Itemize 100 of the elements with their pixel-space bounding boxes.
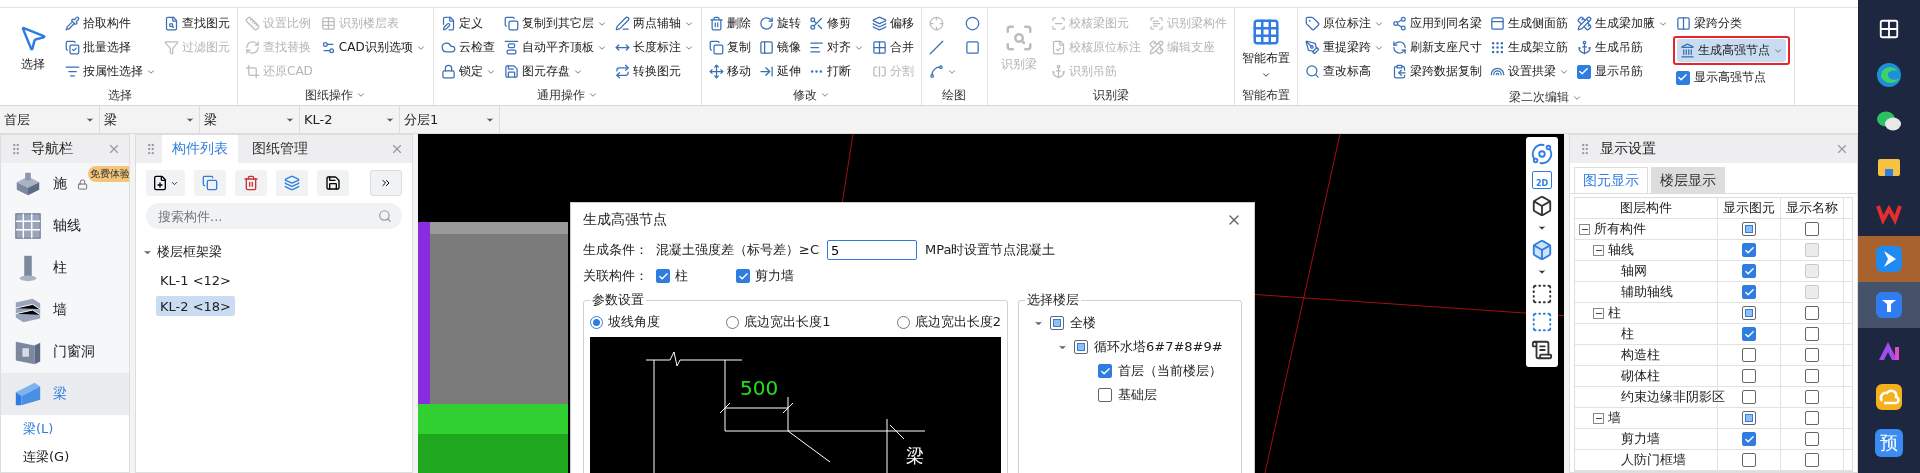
checkbox[interactable]	[1742, 411, 1756, 425]
checkbox[interactable]	[1742, 453, 1756, 467]
checkbox[interactable]	[1074, 340, 1088, 354]
ribbon-button[interactable]: 对齐	[805, 36, 867, 59]
app-icon[interactable]	[1875, 245, 1903, 273]
checkbox[interactable]	[736, 269, 750, 283]
nav-item[interactable]: 门窗洞	[1, 331, 129, 373]
panel-tab[interactable]: 楼层显示	[1651, 167, 1725, 193]
tree-item[interactable]: KL-1 <12>	[156, 270, 235, 290]
checkbox[interactable]	[1805, 390, 1819, 404]
ribbon-button[interactable]: 设置拱梁	[1486, 60, 1572, 83]
ribbon-button[interactable]: 批量选择	[62, 36, 159, 59]
nav-item[interactable]: 梁	[1, 373, 129, 415]
ribbon-button[interactable]: 复制	[705, 36, 754, 59]
panel-tab[interactable]: 图纸管理	[242, 135, 318, 163]
nav-sub-item[interactable]: 梁(L)	[1, 415, 129, 443]
checkbox[interactable]	[1742, 306, 1756, 320]
nav-item[interactable]: 施 免费体验	[1, 163, 129, 205]
ribbon-button[interactable]: 重提梁跨	[1301, 36, 1387, 59]
ribbon-button[interactable]: 梁跨分类	[1672, 12, 1790, 35]
ribbon-button[interactable]: 查找图元	[161, 12, 233, 35]
ribbon-button[interactable]: 转换图元	[611, 60, 697, 83]
ribbon-button[interactable]: 云检查	[437, 36, 499, 59]
checkbox[interactable]	[1098, 364, 1112, 378]
checkbox[interactable]	[1805, 222, 1819, 236]
ribbon-button[interactable]: 两点辅轴	[611, 12, 697, 35]
collapse-toggle[interactable]	[1593, 244, 1604, 256]
checkbox[interactable]	[1742, 222, 1756, 236]
large-ribbon-button[interactable]: 选择	[6, 12, 60, 84]
checkbox[interactable]	[1742, 369, 1756, 383]
ribbon-button[interactable]: CAD识别选项	[317, 36, 429, 59]
checkbox[interactable]	[1742, 432, 1756, 446]
ribbon-button[interactable]: 生成高强节点	[1676, 39, 1786, 62]
ribbon-button[interactable]: 延伸	[755, 60, 804, 83]
ribbon-button[interactable]: 修剪	[805, 12, 867, 35]
checkbox[interactable]	[1805, 411, 1819, 425]
ribbon-button[interactable]: 按属性选择	[62, 60, 159, 83]
layer-copy-button[interactable]	[276, 170, 308, 196]
grid-icon[interactable]	[1878, 18, 1900, 40]
search-field[interactable]: 搜索构件...	[146, 203, 402, 229]
copy-button[interactable]	[194, 170, 226, 196]
taskbar-item[interactable]	[1858, 282, 1920, 328]
checkbox[interactable]	[1742, 264, 1756, 278]
panel-tab[interactable]: 图元显示	[1574, 167, 1648, 193]
checkbox[interactable]	[1098, 388, 1112, 402]
checkbox[interactable]	[1742, 348, 1756, 362]
checkbox[interactable]	[1805, 306, 1819, 320]
checkbox[interactable]	[1050, 316, 1064, 330]
cube-icon[interactable]	[1531, 195, 1553, 217]
checkbox[interactable]	[1805, 432, 1819, 446]
caret-icon[interactable]	[1537, 267, 1547, 277]
ribbon-button[interactable]: 生成吊筋	[1573, 36, 1671, 59]
ribbon-button[interactable]: 镜像	[755, 36, 804, 59]
checkbox[interactable]	[1805, 369, 1819, 383]
view-2d-button[interactable]: 2D	[1532, 171, 1552, 189]
delete-button[interactable]	[235, 170, 267, 196]
ribbon-button[interactable]: 移动	[705, 60, 754, 83]
new-button[interactable]	[146, 170, 185, 196]
ribbon-button[interactable]: 定义	[437, 12, 499, 35]
ribbon-button[interactable]: 图元存盘	[500, 60, 610, 83]
ribbon-button[interactable]: 长度标注	[611, 36, 697, 59]
checkbox[interactable]	[656, 269, 670, 283]
checkbox[interactable]	[1576, 64, 1591, 79]
ribbon-button[interactable]: 旋转	[755, 12, 804, 35]
cloud-app-icon[interactable]	[1875, 383, 1903, 411]
collapse-toggle[interactable]	[1593, 307, 1604, 319]
panel-tab[interactable]: 构件列表	[162, 135, 238, 163]
ribbon-button[interactable]: 自动平齐顶板	[500, 36, 610, 59]
ribbon-button[interactable]: 拾取构件	[62, 12, 159, 35]
ribbon-button[interactable]: 删除	[705, 12, 754, 35]
checkbox[interactable]	[1805, 327, 1819, 341]
dashed-box-icon[interactable]	[1531, 311, 1553, 333]
checkbox[interactable]	[1742, 285, 1756, 299]
nav-sub-item[interactable]: 连梁(G)	[1, 443, 129, 471]
number-field[interactable]: 5	[827, 240, 917, 260]
ribbon-button[interactable]: 应用到同名梁	[1388, 12, 1485, 35]
app-icon[interactable]	[1875, 291, 1903, 319]
checkbox[interactable]	[1742, 390, 1756, 404]
ribbon-button[interactable]: 梁跨数据复制	[1388, 60, 1485, 83]
ribbon-button[interactable]: 刷新支座尺寸	[1388, 36, 1485, 59]
swirl-icon[interactable]	[1875, 61, 1903, 89]
collapse-toggle[interactable]	[1579, 223, 1590, 235]
caret-icon[interactable]	[1537, 223, 1547, 233]
nav-item[interactable]: 轴线	[1, 205, 129, 247]
orbit-icon[interactable]	[1531, 143, 1553, 165]
checkbox[interactable]	[1675, 70, 1690, 85]
ribbon-button[interactable]: 偏移	[868, 12, 917, 35]
checkbox[interactable]	[1742, 327, 1756, 341]
ribbon-button[interactable]: 打断	[805, 60, 867, 83]
collapse-toggle[interactable]	[1593, 412, 1604, 424]
save-button[interactable]	[317, 170, 349, 196]
checkbox[interactable]	[1742, 243, 1756, 257]
ribbon-button[interactable]: 查改标高	[1301, 60, 1387, 83]
model-canvas[interactable]: 生成高强节点 生成条件： 混凝土强度差（标号差）≥C 5 MPa时设置节点混凝土 关联构件： 柱 剪力墙 参数设置 坡线角度 底边宽出长度1 底边宽出长度2 500 梁 选择楼层 全楼 循环水塔6#7#8#9# 首层（当前楼层） 基础层 2D	[418, 134, 1564, 473]
ribbon-button[interactable]: 生成架立筋	[1486, 36, 1572, 59]
ribbon-button[interactable]: 锁定	[437, 60, 499, 83]
nav-item[interactable]: 墙	[1, 289, 129, 331]
checkbox[interactable]	[1805, 453, 1819, 467]
large-ribbon-button[interactable]: 智能布置	[1238, 12, 1293, 84]
ribbon-button[interactable]: 生成梁加腋	[1573, 12, 1671, 35]
